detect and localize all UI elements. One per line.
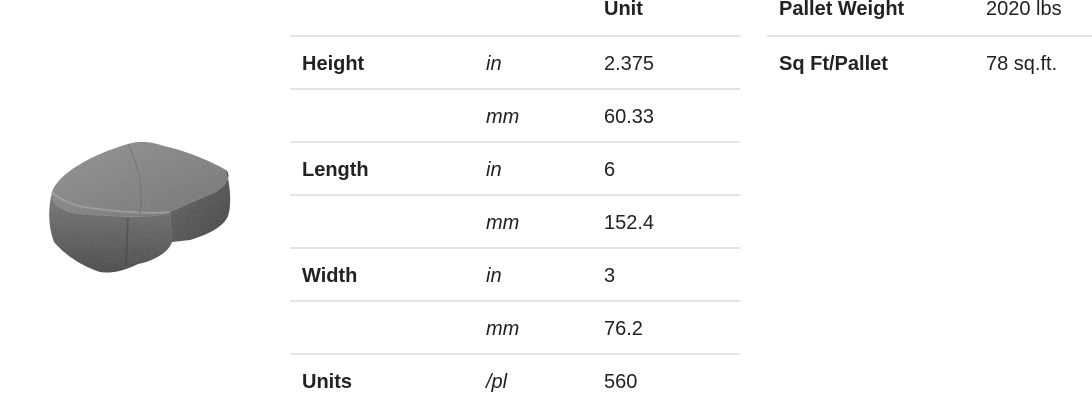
row-unit: in	[486, 53, 502, 75]
sqft-pallet-value: 78 sq.ft.	[986, 53, 1058, 75]
table-row: Height in 2.375	[290, 37, 740, 90]
table-row: mm 152.4	[290, 196, 740, 249]
row-value: 60.33	[604, 106, 655, 128]
row-value: 2.375	[604, 53, 655, 75]
row-unit: in	[486, 159, 502, 181]
dimensions-table: Unit Height in 2.375 mm 60.33 Length in …	[290, 0, 740, 401]
dimensions-table-header: Unit	[290, 0, 740, 37]
table-row: Width in 3	[290, 249, 740, 302]
pallet-weight-value: 2020 lbs	[986, 0, 1062, 20]
row-unit: in	[486, 265, 502, 287]
table-row: Length in 6	[290, 143, 740, 196]
table-row: Pallet Weight 2020 lbs	[767, 0, 1092, 37]
row-value: 3	[604, 265, 616, 287]
table-row: Units /pl 560	[290, 355, 740, 401]
row-label: Units	[302, 371, 352, 393]
table-row: Sq Ft/Pallet 78 sq.ft.	[767, 37, 1092, 88]
paver-brick-icon	[49, 141, 231, 273]
row-value: 152.4	[604, 212, 655, 234]
product-spec-page: Unit Height in 2.375 mm 60.33 Length in …	[0, 0, 1092, 401]
row-unit: mm	[486, 212, 520, 234]
table-row: mm 76.2	[290, 302, 740, 355]
row-label: Length	[302, 159, 369, 181]
row-label: Width	[302, 265, 358, 287]
pallet-table: Pallet Weight 2020 lbs Sq Ft/Pallet 78 s…	[767, 0, 1092, 88]
unit-column-header: Unit	[604, 0, 643, 20]
row-value: 6	[604, 159, 616, 181]
table-row: mm 60.33	[290, 90, 740, 143]
row-unit: /pl	[486, 371, 508, 393]
row-unit: mm	[486, 106, 520, 128]
row-value: 560	[604, 371, 638, 393]
sqft-pallet-label: Sq Ft/Pallet	[779, 53, 888, 75]
paver-product-image	[40, 130, 240, 290]
row-label: Height	[302, 53, 365, 75]
row-value: 76.2	[604, 318, 643, 340]
pallet-weight-label: Pallet Weight	[779, 0, 905, 20]
row-unit: mm	[486, 318, 520, 340]
